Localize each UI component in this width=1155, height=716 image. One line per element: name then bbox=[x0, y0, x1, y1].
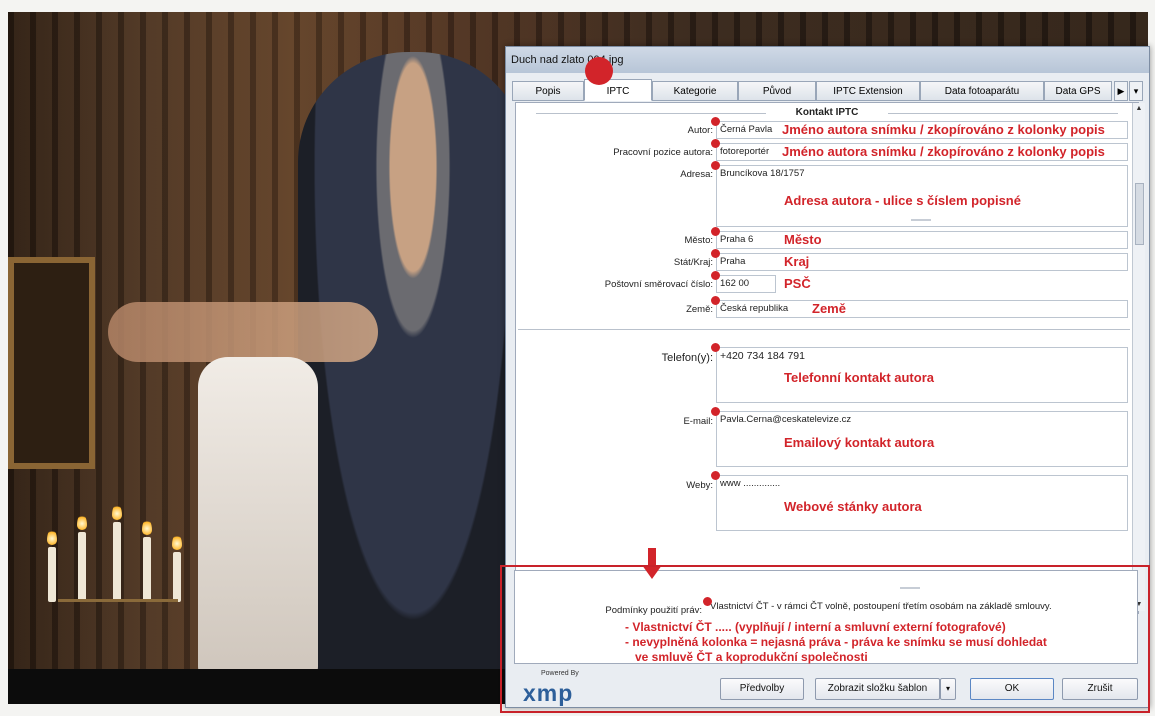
zeme-field[interactable]: Česká republika bbox=[716, 300, 1128, 318]
mesto-field[interactable]: Praha 6 bbox=[716, 231, 1128, 249]
zrusit-button[interactable]: Zrušit bbox=[1062, 678, 1138, 700]
tab-kategorie[interactable]: Kategorie bbox=[652, 81, 738, 101]
marker-dot bbox=[711, 117, 720, 126]
adresa-label: Adresa: bbox=[680, 169, 713, 180]
xmp-logo-text: xmp bbox=[523, 680, 574, 706]
psc-annotation: PSČ bbox=[784, 276, 811, 291]
telefon-label: Telefon(y): bbox=[661, 352, 713, 364]
tab-popis[interactable]: Popis bbox=[512, 81, 584, 101]
section-title: Kontakt IPTC bbox=[516, 107, 1138, 118]
marker-dot bbox=[711, 407, 720, 416]
weby-value: www .............. bbox=[720, 478, 781, 489]
tab-iptc-extension[interactable]: IPTC Extension bbox=[816, 81, 920, 101]
marker-dot bbox=[711, 343, 720, 352]
tab-marker-dot bbox=[585, 57, 613, 85]
zeme-annotation: Země bbox=[812, 301, 846, 316]
pozice-annotation: Jméno autora snímku / zkopírováno z kolo… bbox=[782, 144, 1105, 159]
mesto-label: Město: bbox=[684, 235, 713, 246]
iptc-contact-panel: Kontakt IPTC Autor: Černá Pavla Jméno au… bbox=[515, 102, 1139, 614]
marker-dot bbox=[711, 271, 720, 280]
tab-scroll-right-icon[interactable]: ▶ bbox=[1114, 81, 1128, 101]
mesto-annotation: Město bbox=[784, 232, 822, 247]
handkerchief bbox=[198, 357, 318, 677]
pozice-value: fotoreportér bbox=[720, 146, 770, 157]
weby-field[interactable]: www .............. bbox=[716, 475, 1128, 531]
marker-dot bbox=[711, 227, 720, 236]
sablon-button[interactable]: Zobrazit složku šablon bbox=[815, 678, 940, 700]
kraj-annotation: Kraj bbox=[784, 254, 810, 269]
tab-puvod[interactable]: Původ bbox=[738, 81, 816, 101]
telefon-value: +420 734 184 791 bbox=[720, 350, 805, 362]
psc-value: 162 00 bbox=[720, 278, 750, 289]
autor-annotation: Jméno autora snímku / zkopírováno z kolo… bbox=[782, 122, 1105, 137]
adresa-resize-grip[interactable] bbox=[911, 219, 931, 221]
section-divider bbox=[518, 329, 1130, 330]
autor-value: Černá Pavla bbox=[720, 124, 773, 135]
powered-by-label: Powered By bbox=[541, 670, 579, 677]
kraj-value: Praha bbox=[720, 256, 746, 267]
psc-field[interactable]: 162 00 bbox=[716, 275, 776, 293]
adresa-annotation: Adresa autora - ulice s číslem popisné bbox=[784, 193, 1021, 208]
sablon-dropdown-icon[interactable]: ▾ bbox=[940, 678, 956, 700]
tab-menu-chevron-icon[interactable]: ▾ bbox=[1129, 81, 1143, 101]
actor-hands bbox=[108, 302, 378, 362]
kraj-field[interactable]: Praha bbox=[716, 253, 1128, 271]
marker-dot bbox=[711, 139, 720, 148]
candelabra bbox=[38, 482, 198, 642]
email-value: Pavla.Cerna@ceskatelevize.cz bbox=[720, 414, 852, 425]
tab-bar: Popis IPTC Kategorie Původ IPTC Extensio… bbox=[512, 79, 1144, 101]
picture-frame bbox=[8, 257, 95, 469]
weby-label: Weby: bbox=[686, 480, 713, 491]
predvolby-button[interactable]: Předvolby bbox=[720, 678, 804, 700]
kraj-label: Stát/Kraj: bbox=[673, 257, 713, 268]
mesto-value: Praha 6 bbox=[720, 234, 754, 245]
zeme-label: Země: bbox=[686, 304, 713, 315]
email-label: E-mail: bbox=[683, 416, 713, 427]
pozice-label: Pracovní pozice autora: bbox=[613, 147, 713, 158]
zeme-value: Česká republika bbox=[720, 303, 789, 314]
adresa-value: Bruncíkova 18/1757 bbox=[720, 168, 805, 179]
panel-scrollbar[interactable]: ▲ ▼ bbox=[1132, 103, 1145, 611]
marker-dot bbox=[711, 161, 720, 170]
autor-label: Autor: bbox=[687, 125, 713, 136]
email-annotation: Emailový kontakt autora bbox=[784, 435, 935, 450]
telefon-annotation: Telefonní kontakt autora bbox=[784, 370, 934, 385]
ok-button[interactable]: OK bbox=[970, 678, 1054, 700]
psc-label: Poštovní směrovací číslo: bbox=[604, 279, 713, 290]
actor-figure bbox=[298, 52, 528, 692]
marker-dot bbox=[711, 296, 720, 305]
tab-data-gps[interactable]: Data GPS bbox=[1044, 81, 1112, 101]
tab-data-fotoaparatu[interactable]: Data fotoaparátu bbox=[920, 81, 1044, 101]
weby-annotation: Webové stánky autora bbox=[784, 499, 922, 514]
scroll-thumb[interactable] bbox=[1135, 183, 1144, 245]
marker-dot bbox=[711, 471, 720, 480]
marker-dot bbox=[711, 249, 720, 258]
scroll-up-icon[interactable]: ▲ bbox=[1134, 103, 1144, 115]
